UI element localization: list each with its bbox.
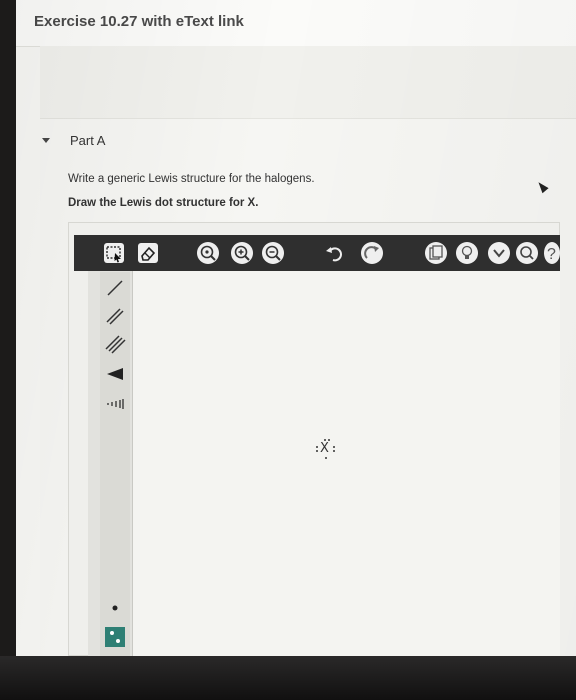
redo-icon[interactable] (361, 242, 383, 264)
collapse-triangle-icon[interactable] (42, 138, 50, 143)
zoom-fit-icon[interactable] (197, 242, 219, 264)
question-icon[interactable]: ? (544, 242, 560, 264)
electron-dot (325, 457, 327, 459)
hashed-bond-icon[interactable] (102, 391, 128, 417)
zoom-out-icon[interactable] (262, 242, 284, 264)
lone-electron-icon[interactable] (102, 595, 128, 621)
question-text: Write a generic Lewis structure for the … (68, 173, 315, 185)
title-bar: Exercise 10.27 with eText link (16, 0, 576, 47)
svg-text:?: ? (547, 246, 556, 263)
triple-bond-icon[interactable] (102, 331, 128, 357)
wedge-bond-icon[interactable] (102, 361, 128, 387)
undo-icon[interactable] (324, 242, 346, 264)
eraser-icon[interactable] (137, 242, 159, 264)
electron-dot (333, 446, 335, 448)
electron-dot (316, 450, 318, 452)
instruction-text: Draw the Lewis dot structure for X. (68, 197, 259, 209)
chevron-down-icon[interactable] (488, 242, 510, 264)
drawing-canvas[interactable] (133, 271, 560, 656)
screen-bezel-bottom (0, 656, 576, 700)
double-bond-icon[interactable] (102, 303, 128, 329)
electron-dot (316, 446, 318, 448)
lightbulb-icon[interactable] (456, 242, 478, 264)
electron-dot (333, 450, 335, 452)
page-title: Exercise 10.27 with eText link (34, 13, 244, 30)
single-bond-icon[interactable] (102, 275, 128, 301)
electron-pair-icon[interactable] (102, 624, 128, 650)
atom-symbol[interactable]: X (320, 441, 329, 456)
part-a-label[interactable]: Part A (70, 133, 105, 148)
screen-bezel-left (0, 0, 16, 700)
content-spacer (40, 46, 576, 118)
search-icon[interactable] (516, 242, 538, 264)
marquee-select-icon[interactable] (103, 242, 125, 264)
zoom-in-icon[interactable] (231, 242, 253, 264)
copy-icon[interactable] (425, 242, 447, 264)
